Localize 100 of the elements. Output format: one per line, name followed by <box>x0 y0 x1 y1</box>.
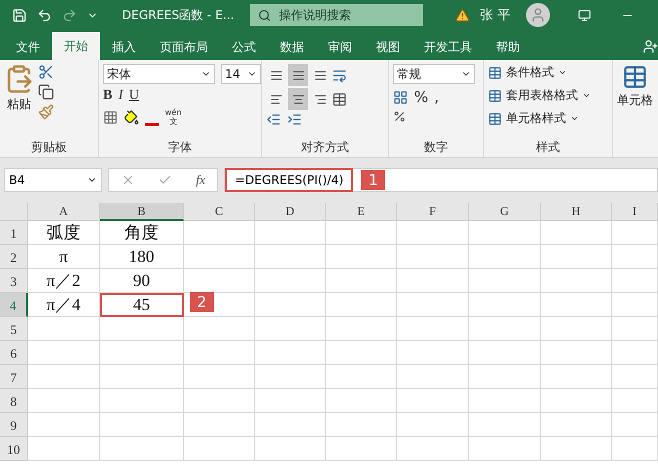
table-cell[interactable] <box>397 317 469 341</box>
ribbon-tab[interactable]: 审阅 <box>316 34 364 60</box>
row-header[interactable]: 9 <box>0 413 28 437</box>
table-cell[interactable] <box>326 389 397 413</box>
table-cell[interactable] <box>397 293 469 317</box>
copy-icon[interactable] <box>38 84 54 100</box>
number-format-field[interactable]: 常规 <box>393 64 475 84</box>
bold-button[interactable]: B <box>103 88 112 104</box>
table-cell[interactable] <box>469 341 541 365</box>
table-cell[interactable] <box>326 293 397 317</box>
table-cell[interactable] <box>184 389 255 413</box>
save-icon[interactable] <box>12 8 27 22</box>
table-cell[interactable] <box>541 365 612 389</box>
table-cell[interactable] <box>255 341 326 365</box>
table-cell[interactable] <box>541 437 612 461</box>
column-header[interactable]: G <box>469 203 541 221</box>
table-cell[interactable]: 90 <box>100 269 184 293</box>
table-cell[interactable] <box>326 341 397 365</box>
indent-increase-icon[interactable] <box>287 112 302 127</box>
paste-button[interactable]: 粘贴 <box>4 64 34 137</box>
table-cell[interactable] <box>28 437 100 461</box>
table-cell[interactable]: π <box>28 245 100 269</box>
fill-bucket-icon[interactable] <box>124 110 139 124</box>
underline-button[interactable]: U <box>129 88 140 104</box>
display-icon[interactable] <box>578 8 592 22</box>
font-name-field[interactable]: 宋体 <box>103 64 215 84</box>
style-menu-button[interactable]: 套用表格格式 <box>488 87 591 104</box>
table-cell[interactable] <box>469 293 541 317</box>
table-cell[interactable] <box>255 269 326 293</box>
table-cell[interactable] <box>326 437 397 461</box>
table-cell[interactable]: 弧度 <box>28 221 100 245</box>
table-cell[interactable] <box>612 365 658 389</box>
select-all-button[interactable] <box>0 203 28 221</box>
table-cell[interactable] <box>100 413 184 437</box>
style-menu-button[interactable]: 单元格样式 <box>488 110 591 127</box>
table-cell[interactable] <box>255 293 326 317</box>
table-cell[interactable] <box>612 413 658 437</box>
table-cell[interactable] <box>255 317 326 341</box>
ribbon-tab[interactable]: 插入 <box>100 34 148 60</box>
table-cell[interactable] <box>184 245 255 269</box>
table-cell[interactable] <box>397 413 469 437</box>
table-cell[interactable] <box>184 317 255 341</box>
table-cell[interactable] <box>397 341 469 365</box>
table-cell[interactable] <box>541 413 612 437</box>
table-cell[interactable] <box>612 293 658 317</box>
align-button[interactable] <box>288 64 308 86</box>
row-header[interactable]: 7 <box>0 365 28 389</box>
insert-function-button[interactable]: fx <box>196 172 206 188</box>
table-cell[interactable] <box>397 437 469 461</box>
table-cell[interactable] <box>541 245 612 269</box>
table-cell[interactable] <box>326 413 397 437</box>
table-cell[interactable] <box>397 245 469 269</box>
table-cell[interactable] <box>255 221 326 245</box>
ribbon-tab[interactable]: 帮助 <box>484 34 532 60</box>
table-cell[interactable] <box>612 221 658 245</box>
ribbon-tab[interactable]: 视图 <box>364 34 412 60</box>
table-cell[interactable] <box>612 341 658 365</box>
ribbon-tab[interactable]: 文件 <box>4 34 52 60</box>
table-cell[interactable] <box>100 389 184 413</box>
undo-icon[interactable] <box>37 8 52 22</box>
table-cell[interactable] <box>100 341 184 365</box>
table-cell[interactable] <box>541 221 612 245</box>
table-cell[interactable] <box>612 245 658 269</box>
table-cell[interactable] <box>469 245 541 269</box>
table-cell[interactable]: 45 <box>100 293 184 317</box>
table-cell[interactable] <box>326 221 397 245</box>
table-cell[interactable] <box>397 269 469 293</box>
table-cell[interactable] <box>469 437 541 461</box>
row-header[interactable]: 1 <box>0 221 28 245</box>
border-icon[interactable] <box>103 110 118 124</box>
table-cell[interactable] <box>469 269 541 293</box>
row-header[interactable]: 2 <box>0 245 28 269</box>
row-header[interactable]: 6 <box>0 341 28 365</box>
table-cell[interactable] <box>612 269 658 293</box>
search-field[interactable]: 操作说明搜索 <box>250 4 424 26</box>
table-cell[interactable]: 2 <box>184 293 255 317</box>
italic-button[interactable]: I <box>118 88 124 104</box>
cells-button[interactable]: 单元格 <box>617 64 653 157</box>
table-cell[interactable] <box>541 293 612 317</box>
table-cell[interactable] <box>612 317 658 341</box>
avatar[interactable] <box>526 3 550 27</box>
table-cell[interactable]: π／2 <box>28 269 100 293</box>
wrap-text-icon[interactable] <box>332 68 347 82</box>
table-cell[interactable] <box>100 437 184 461</box>
ribbon-tab[interactable]: 开发工具 <box>412 34 484 60</box>
table-cell[interactable] <box>184 221 255 245</box>
table-cell[interactable] <box>255 437 326 461</box>
phonetic-button[interactable]: wén 文 <box>165 108 182 126</box>
table-cell[interactable] <box>255 413 326 437</box>
table-cell[interactable] <box>541 317 612 341</box>
table-cell[interactable] <box>541 389 612 413</box>
row-header[interactable]: 5 <box>0 317 28 341</box>
table-cell[interactable]: π／4 <box>28 293 100 317</box>
column-header[interactable]: H <box>541 203 612 221</box>
table-cell[interactable] <box>255 389 326 413</box>
table-cell[interactable]: 180 <box>100 245 184 269</box>
table-cell[interactable] <box>541 341 612 365</box>
indent-decrease-icon[interactable] <box>266 112 281 127</box>
table-cell[interactable] <box>397 221 469 245</box>
column-header[interactable]: A <box>28 203 100 221</box>
